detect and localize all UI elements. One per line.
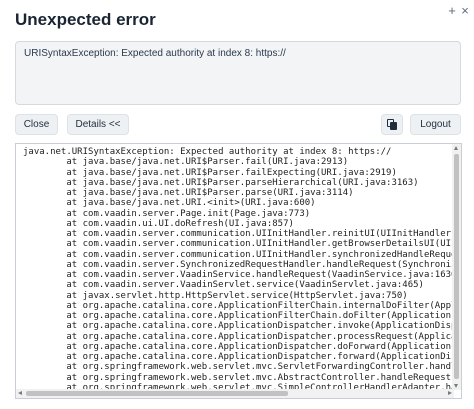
stack-trace-line: at com.vaadin.server.VaadinServlet.servi…	[23, 280, 424, 291]
stack-trace-line: at org.apache.catalina.core.ApplicationD…	[23, 321, 456, 332]
horizontal-scrollbar[interactable]	[16, 389, 454, 398]
stack-trace-line: at javax.servlet.http.HttpServlet.servic…	[23, 290, 408, 301]
dialog-title: Unexpected error	[15, 10, 156, 29]
stack-trace-box[interactable]: java.net.URISyntaxException: Expected au…	[15, 143, 462, 399]
stack-trace-line: at org.springframework.web.servlet.mvc.A…	[23, 372, 456, 383]
scroll-left-icon[interactable]	[18, 391, 22, 395]
logout-button[interactable]: Logout	[410, 114, 461, 135]
stack-trace-line: at java.base/java.net.URI$Parser.parse(U…	[23, 188, 354, 198]
copy-icon	[386, 119, 398, 130]
stack-trace-line: at com.vaadin.server.Page.init(Page.java…	[23, 208, 311, 219]
stack-trace-line: at org.apache.catalina.core.ApplicationD…	[23, 341, 452, 352]
horizontal-scroll-thumb[interactable]	[26, 391, 288, 396]
stack-trace-line: at com.vaadin.server.VaadinService.handl…	[23, 270, 456, 280]
stack-trace-line: at java.base/java.net.URI$Parser.fail(UR…	[23, 157, 349, 168]
vertical-scroll-thumb[interactable]	[454, 154, 459, 379]
error-message: URISyntaxException: Expected authority a…	[24, 48, 286, 59]
stack-trace-text: java.net.URISyntaxException: Expected au…	[23, 147, 456, 389]
vertical-scrollbar[interactable]	[452, 144, 461, 390]
stack-trace-line: at com.vaadin.server.communication.UIIni…	[23, 249, 456, 260]
stack-trace-line: at java.base/java.net.URI$Parser.parseHi…	[23, 177, 419, 188]
stack-trace-line: at org.apache.catalina.core.ApplicationF…	[23, 300, 456, 311]
scroll-up-icon[interactable]	[454, 146, 458, 150]
stack-trace-line: java.net.URISyntaxException: Expected au…	[23, 147, 392, 157]
expand-icon[interactable]: +	[445, 4, 459, 18]
stack-trace-line: at org.springframework.web.servlet.mvc.S…	[23, 362, 456, 373]
scroll-down-icon[interactable]	[454, 384, 458, 388]
stack-trace-line: at com.vaadin.server.communication.UIIni…	[23, 239, 456, 250]
close-icon[interactable]: ×	[458, 4, 472, 18]
stack-trace-line: at com.vaadin.server.SynchronizedRequest…	[23, 259, 456, 270]
stack-trace-line: at java.base/java.net.URI$Parser.failExp…	[23, 167, 397, 178]
scroll-right-icon[interactable]	[448, 391, 452, 395]
stack-trace-line: at com.vaadin.server.communication.UIIni…	[23, 229, 456, 239]
close-button[interactable]: Close	[15, 114, 58, 135]
details-button[interactable]: Details <<	[67, 114, 129, 135]
details-button-label: Details <<	[75, 119, 121, 130]
stack-trace-line: at org.apache.catalina.core.ApplicationD…	[23, 331, 456, 342]
copy-button[interactable]	[381, 114, 403, 135]
stack-trace-line: at org.apache.catalina.core.ApplicationD…	[23, 352, 456, 362]
error-message-box: URISyntaxException: Expected authority a…	[15, 41, 461, 105]
stack-trace-line: at java.base/java.net.URI.<init>(URI.jav…	[23, 198, 316, 209]
close-button-label: Close	[23, 119, 50, 130]
stack-trace-line: at com.vaadin.ui.UI.doRefresh(UI.java:85…	[23, 218, 294, 229]
stack-trace-line: at org.apache.catalina.core.ApplicationF…	[23, 311, 456, 321]
logout-button-label: Logout	[420, 119, 451, 130]
